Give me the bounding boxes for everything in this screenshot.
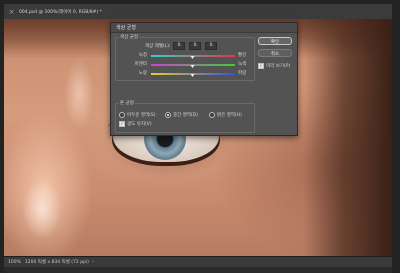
slider-right-label: 파랑 — [238, 71, 247, 76]
color-level-input-3[interactable]: 0 — [205, 42, 217, 50]
slider-thumb[interactable] — [190, 65, 195, 68]
preserve-luminosity-checkbox[interactable]: ✓ 광도 유지(V) — [119, 121, 152, 127]
tone-midtones-radio[interactable]: 중간 영역(D) — [165, 112, 198, 118]
status-bar: 100% 1200 픽셀 x 834 픽셀 (72 ppi) › — [4, 256, 392, 267]
preserve-luminosity-label: 광도 유지(V) — [127, 122, 152, 127]
radio-label: 어두운 영역(S) — [127, 113, 156, 118]
photo-highlight — [64, 59, 94, 129]
color-level-input-2[interactable]: 0 — [189, 42, 201, 50]
check-icon[interactable]: ✓ — [258, 63, 264, 69]
check-icon[interactable]: ✓ — [119, 121, 125, 127]
slider-right-label: 빨강 — [238, 53, 247, 58]
color-balance-group-label: 색상 균형 — [119, 34, 139, 40]
magenta-green-slider[interactable]: 마젠타 녹색 — [117, 61, 257, 68]
radio-button[interactable] — [119, 112, 125, 118]
window-frame-right — [392, 0, 400, 273]
photo-highlight — [22, 179, 62, 239]
dialog-title: 색상 균형 — [116, 25, 136, 31]
zoom-level[interactable]: 100% — [8, 260, 21, 265]
slider-thumb[interactable] — [190, 56, 195, 59]
dialog-titlebar[interactable]: 색상 균형 — [111, 23, 297, 33]
ok-button[interactable]: 확인 — [258, 37, 292, 45]
slider-left-label: 녹청 — [138, 53, 147, 58]
tone-shadows-radio[interactable]: 어두운 영역(S) — [119, 112, 156, 118]
document-tab-title: 004.psd @ 100%(레이어 0, RGB/8#) * — [19, 9, 102, 15]
slider-right-label: 녹색 — [238, 62, 247, 67]
color-level-input-1[interactable]: 0 — [173, 42, 185, 50]
slider-left-label: 노랑 — [138, 71, 147, 76]
radio-button[interactable] — [209, 112, 215, 118]
radio-button[interactable] — [165, 112, 171, 118]
preview-checkbox[interactable]: ✓ 미리 보기(P) — [258, 63, 290, 69]
cancel-button[interactable]: 취소 — [258, 49, 292, 57]
color-balance-dialog: 색상 균형 색상 균형 색상 레벨(L): 0 0 0 녹청 빨강 마젠타 녹색… — [110, 22, 298, 136]
chevron-right-icon[interactable]: › — [92, 259, 94, 265]
slider-thumb[interactable] — [190, 74, 195, 77]
tone-balance-group — [115, 103, 255, 133]
radio-label: 중간 영역(D) — [173, 113, 198, 118]
close-icon[interactable]: × — [7, 8, 16, 16]
photo-hair-right — [304, 19, 392, 256]
tone-balance-group-label: 톤 균형 — [119, 100, 135, 106]
radio-label: 밝은 영역(H) — [217, 113, 242, 118]
cyan-red-slider[interactable]: 녹청 빨강 — [117, 52, 257, 59]
preview-label: 미리 보기(P) — [266, 64, 291, 69]
tone-highlights-radio[interactable]: 밝은 영역(H) — [209, 112, 242, 118]
slider-left-label: 마젠타 — [134, 62, 147, 67]
document-info: 1200 픽셀 x 834 픽셀 (72 ppi) — [24, 260, 89, 265]
color-levels-label: 색상 레벨(L): — [145, 44, 171, 49]
yellow-blue-slider[interactable]: 노랑 파랑 — [117, 70, 257, 77]
document-tab[interactable]: × 004.psd @ 100%(레이어 0, RGB/8#) * — [4, 4, 392, 20]
